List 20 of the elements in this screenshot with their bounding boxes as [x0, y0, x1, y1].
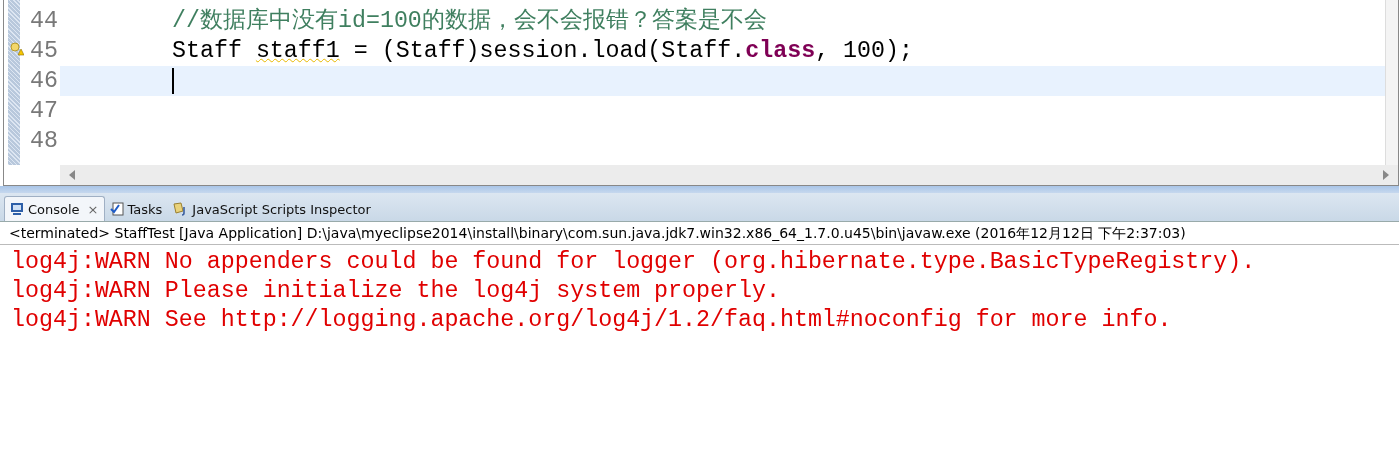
console-output-line: log4j:WARN No appenders could be found for logger (org.hibernate.type.BasicTypeRegistry). [11, 248, 1257, 277]
line-number: 46 [30, 67, 58, 96]
horizontal-scrollbar[interactable] [60, 165, 1398, 185]
view-tab[interactable]: JavaScript Scripts Inspector [167, 197, 376, 221]
console-output-line: log4j:WARN Please initialize the log4j system properly. [11, 277, 781, 306]
view-tab[interactable]: Console × [4, 196, 105, 221]
code-line: Staff staff1 = (Staff)session.load(Staff.class, 100); [171, 37, 914, 66]
process-status: <terminated> StaffTest [Java Application] D:\java\myeclipse2014\install\binary\com.sun.java.jdk7.win32.x86_64_1.7.0.u45\bin\javaw.exe (2016年12月12日 下午2:37:03) [0, 222, 1399, 245]
line-number: 48 [30, 127, 58, 156]
checklist-icon [109, 202, 124, 216]
scroll-left-icon[interactable] [68, 170, 76, 180]
view-tab[interactable]: Tasks [104, 197, 168, 221]
line-number: 45 [30, 37, 58, 66]
monitor-icon [10, 202, 24, 216]
code-line: //数据库中没有id=100的数据，会不会报错？答案是不会 [171, 6, 768, 36]
scroll-right-icon[interactable] [1382, 170, 1390, 180]
console-output-line: log4j:WARN See http://logging.apache.org/log4j/1.2/faq.html#noconfig for more info. [11, 306, 1173, 335]
vertical-scrollbar[interactable] [1385, 0, 1398, 165]
line-number: 47 [30, 97, 58, 126]
line-number: 44 [30, 7, 58, 36]
